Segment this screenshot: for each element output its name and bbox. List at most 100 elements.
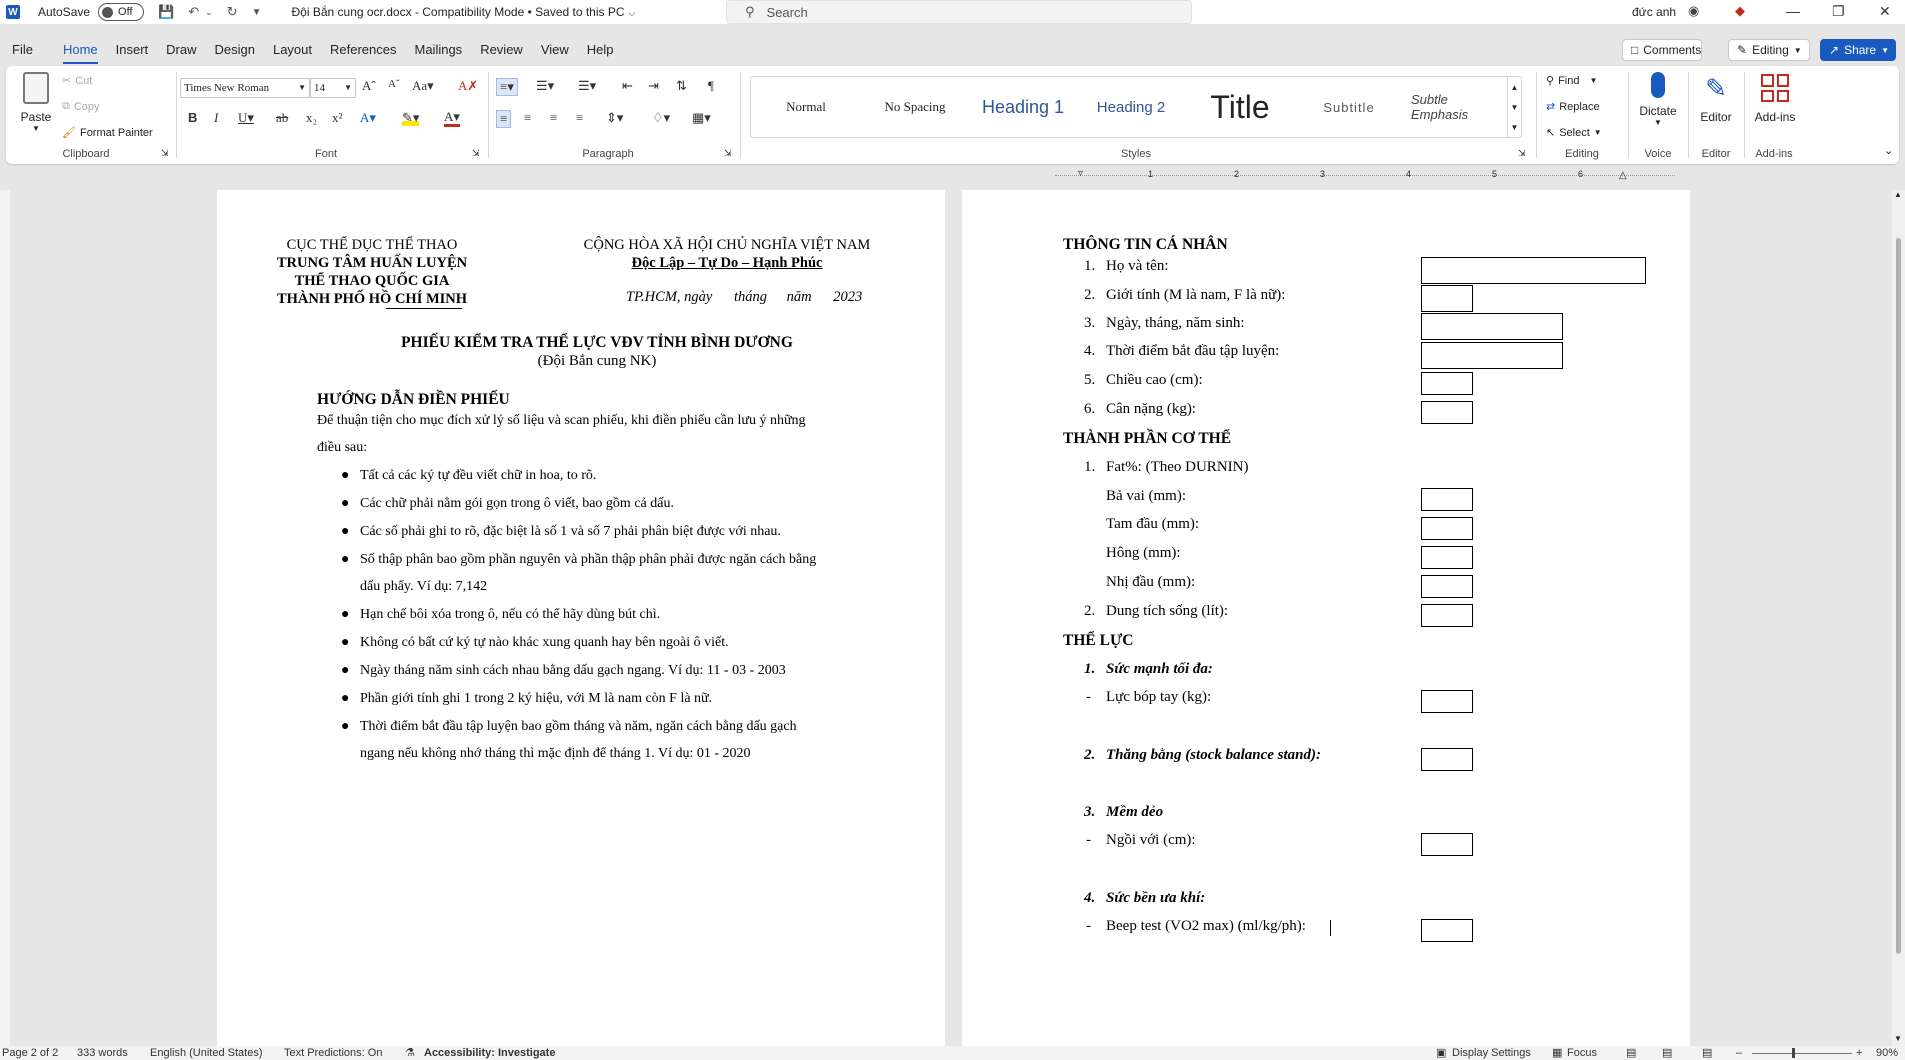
print-layout-icon[interactable]: ▤ — [1662, 1046, 1672, 1060]
zoom-level[interactable]: 90% — [1876, 1046, 1898, 1060]
style-no-spacing[interactable]: No Spacing — [861, 77, 969, 137]
horizontal-ruler[interactable]: 1 2 3 4 5 6 ▿ △ — [1055, 168, 1675, 182]
zoom-slider[interactable] — [1752, 1053, 1852, 1054]
sit-and-reach-box[interactable] — [1421, 833, 1473, 856]
tab-review[interactable]: Review — [471, 37, 532, 63]
chevron-down-icon[interactable]: ▼ — [1511, 103, 1519, 112]
right-indent-marker-icon[interactable]: △ — [1619, 170, 1627, 181]
biceps-box[interactable] — [1421, 575, 1473, 598]
scrollbar-thumb[interactable] — [1896, 238, 1901, 954]
premium-diamond-icon[interactable]: ◆ — [1735, 3, 1745, 19]
styles-scroll[interactable]: ▲ ▼ ▼ — [1507, 77, 1521, 137]
multilevel-list-icon[interactable]: ☰▾ — [578, 78, 596, 94]
align-left-icon[interactable]: ≡ — [496, 110, 512, 128]
triceps-box[interactable] — [1421, 517, 1473, 540]
copy-button[interactable]: ⧉ Copy — [62, 100, 100, 113]
addins-button[interactable]: Add-ins — [1748, 72, 1802, 124]
tab-insert[interactable]: Insert — [107, 37, 158, 63]
language[interactable]: English (United States) — [150, 1046, 263, 1060]
read-mode-icon[interactable]: ▤ — [1626, 1046, 1636, 1060]
change-case-icon[interactable]: Aa▾ — [412, 78, 434, 94]
grow-font-icon[interactable]: Aˆ — [362, 78, 376, 94]
decrease-indent-icon[interactable]: ⇤ — [622, 78, 633, 94]
tab-design[interactable]: Design — [206, 37, 264, 63]
dictate-button[interactable]: Dictate ▼ — [1632, 72, 1684, 127]
undo-dropdown-icon[interactable]: ⌄ — [205, 7, 213, 18]
bullets-icon[interactable]: ≡▾ — [496, 78, 518, 96]
tab-draw[interactable]: Draw — [157, 37, 205, 63]
style-heading-2[interactable]: Heading 2 — [1077, 77, 1185, 137]
underline-icon[interactable]: U▾ — [238, 110, 254, 126]
style-normal[interactable]: Normal — [751, 77, 861, 137]
paste-button[interactable]: Paste ▼ — [14, 72, 58, 133]
select-button[interactable]: ↖ Select ▼ — [1546, 126, 1602, 140]
font-size-select[interactable]: 14 ▼ — [310, 78, 356, 98]
borders-icon[interactable]: ▦▾ — [692, 110, 711, 126]
zoom-in-icon[interactable]: + — [1856, 1046, 1862, 1060]
style-subtitle[interactable]: Subtitle — [1295, 77, 1403, 137]
vital-capacity-box[interactable] — [1421, 604, 1473, 627]
dialog-launcher-icon[interactable]: ⇲ — [724, 148, 732, 159]
display-settings[interactable]: Display Settings — [1452, 1046, 1531, 1060]
shading-icon[interactable]: ♢▾ — [652, 110, 670, 126]
tab-file[interactable]: File — [0, 37, 42, 63]
grip-strength-box[interactable] — [1421, 690, 1473, 713]
style-title[interactable]: Title — [1185, 77, 1295, 137]
superscript-icon[interactable]: x² — [332, 110, 342, 126]
weight-box[interactable] — [1421, 401, 1473, 424]
page-count[interactable]: Page 2 of 2 — [2, 1046, 58, 1060]
document-page-2[interactable]: THÔNG TIN CÁ NHÂN 1. Họ và tên: 2. Giới … — [962, 190, 1690, 1046]
document-title[interactable]: Đội Bắn cung ocr.docx - Compatibility Mo… — [292, 5, 636, 19]
tab-view[interactable]: View — [532, 37, 578, 63]
editing-mode-button[interactable]: ✎ Editing ▼ — [1728, 39, 1810, 61]
increase-indent-icon[interactable]: ⇥ — [648, 78, 659, 94]
scroll-down-icon[interactable]: ▼ — [1894, 1034, 1902, 1043]
autosave-toggle[interactable]: Off — [98, 3, 145, 21]
focus-mode[interactable]: Focus — [1567, 1046, 1597, 1060]
training-start-box[interactable] — [1421, 342, 1563, 369]
customize-toolbar-icon[interactable]: ▼ — [252, 7, 262, 18]
beep-test-box[interactable] — [1421, 919, 1473, 942]
align-right-icon[interactable]: ≡ — [550, 110, 557, 126]
chevron-up-icon[interactable]: ▲ — [1511, 83, 1519, 92]
text-predictions[interactable]: Text Predictions: On — [284, 1046, 382, 1060]
align-center-icon[interactable]: ≡ — [524, 110, 531, 126]
replace-button[interactable]: ⇄ Replace — [1546, 100, 1600, 114]
find-button[interactable]: ⚲ Find ▼ — [1546, 74, 1597, 88]
comments-button[interactable]: □ Comments — [1622, 39, 1702, 61]
birthdate-box[interactable] — [1421, 313, 1563, 340]
full-name-box[interactable] — [1421, 257, 1646, 284]
zoom-out-icon[interactable]: – — [1736, 1046, 1742, 1060]
shrink-font-icon[interactable]: Aˇ — [388, 78, 400, 90]
subscript-icon[interactable]: x₂ — [306, 110, 317, 126]
restore-icon[interactable]: ❐ — [1832, 3, 1845, 20]
document-page-1[interactable]: CỤC THỂ DỤC THỂ THAO TRUNG TÂM HUẤN LUYỆ… — [217, 190, 945, 1046]
sort-icon[interactable]: ⇅ — [676, 78, 687, 94]
minimize-icon[interactable]: — — [1786, 3, 1800, 19]
more-styles-icon[interactable]: ▼ — [1511, 123, 1519, 132]
collapse-ribbon-icon[interactable]: ⌄ — [1884, 144, 1893, 157]
dialog-launcher-icon[interactable]: ⇲ — [472, 148, 480, 159]
share-button[interactable]: ↗ Share ▼ — [1820, 39, 1896, 61]
height-box[interactable] — [1421, 372, 1473, 395]
tab-mailings[interactable]: Mailings — [406, 37, 472, 63]
style-heading-1[interactable]: Heading 1 — [969, 77, 1077, 137]
line-spacing-icon[interactable]: ⇕▾ — [606, 110, 623, 126]
strikethrough-icon[interactable]: ab — [276, 110, 288, 126]
undo-icon[interactable]: ↶ — [188, 4, 199, 20]
text-effects-icon[interactable]: A▾ — [360, 110, 376, 126]
font-family-select[interactable]: Times New Roman ▼ — [180, 78, 310, 98]
user-name[interactable]: đức anh — [1632, 5, 1676, 19]
dialog-launcher-icon[interactable]: ⇲ — [1518, 148, 1526, 159]
subscapular-box[interactable] — [1421, 488, 1473, 511]
tab-home[interactable]: Home — [54, 37, 107, 64]
web-layout-icon[interactable]: ▤ — [1702, 1046, 1712, 1060]
italic-icon[interactable]: I — [214, 110, 218, 126]
redo-icon[interactable]: ↻ — [227, 4, 238, 20]
vertical-scrollbar[interactable]: ▲ ▼ — [1892, 190, 1905, 1046]
tab-help[interactable]: Help — [578, 37, 623, 63]
style-subtle-emphasis[interactable]: Subtle Emphasis — [1403, 77, 1507, 137]
word-count[interactable]: 333 words — [77, 1046, 128, 1060]
search-box[interactable]: ⚲ Search — [726, 0, 1192, 24]
close-icon[interactable]: ✕ — [1879, 3, 1891, 20]
